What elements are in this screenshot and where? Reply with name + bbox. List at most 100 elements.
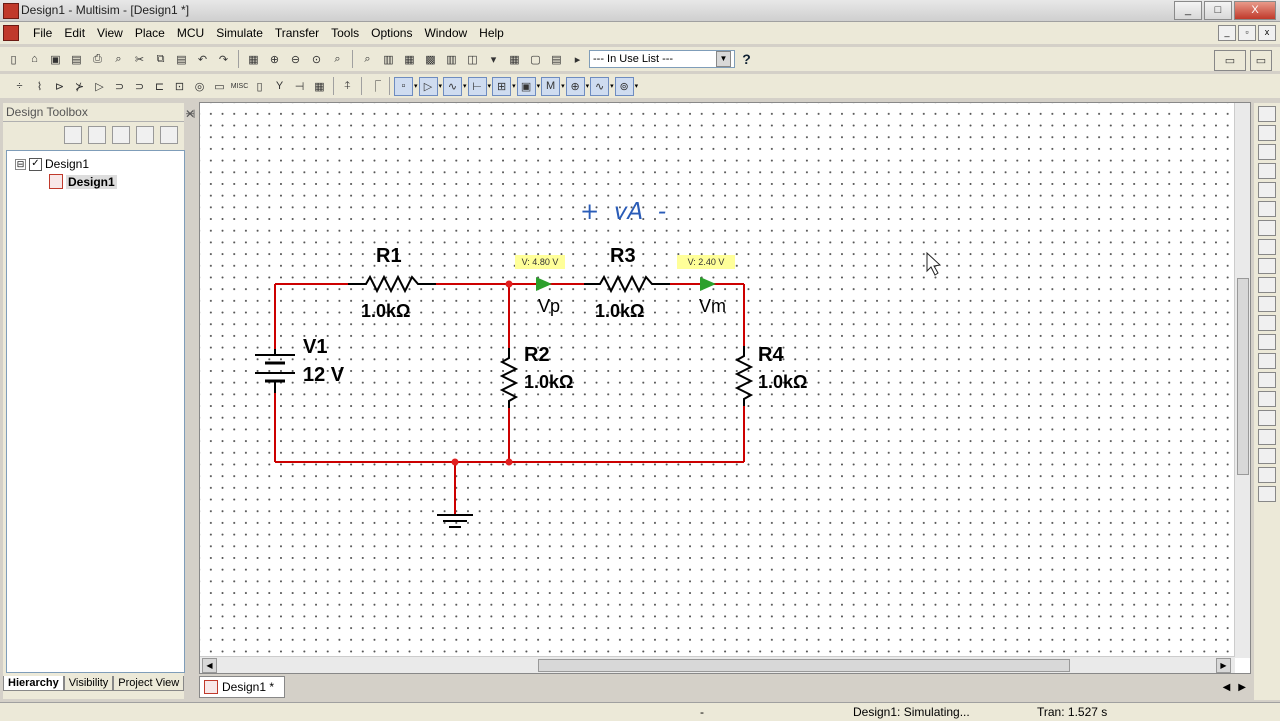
rf-component-icon[interactable]: Y xyxy=(270,77,289,96)
annotation-text[interactable]: + vA - xyxy=(580,199,666,225)
mixed-component-icon[interactable]: ⊡ xyxy=(170,77,189,96)
transistor-component-icon[interactable]: ⊁ xyxy=(70,77,89,96)
probe-name-vm[interactable]: Vm xyxy=(699,296,726,317)
r4-ref[interactable]: R4 xyxy=(758,344,784,367)
toolbox-toggle-icon[interactable]: ▥ xyxy=(379,50,398,69)
close-button[interactable]: X xyxy=(1234,1,1276,20)
horizontal-scrollbar[interactable]: ◀ ▶ xyxy=(200,656,1235,673)
tab-project-view[interactable]: Project View xyxy=(113,676,185,691)
menu-transfer[interactable]: Transfer xyxy=(269,26,325,40)
instrument-agilent-oscilloscope-icon[interactable] xyxy=(1258,410,1276,426)
save-design-icon[interactable] xyxy=(112,126,130,144)
v1-value[interactable]: 12 V xyxy=(303,364,344,387)
grapher-icon[interactable]: ◫ xyxy=(463,50,482,69)
analog-component-icon[interactable]: ▷ xyxy=(90,77,109,96)
toolbox-options-icon[interactable] xyxy=(160,126,178,144)
instrument-network-analyzer-icon[interactable] xyxy=(1258,353,1276,369)
menu-file[interactable]: File xyxy=(27,26,58,40)
instrument-tektronix-oscilloscope-icon[interactable] xyxy=(1258,429,1276,445)
r2-ref[interactable]: R2 xyxy=(524,344,550,367)
instrument-function-generator-icon[interactable] xyxy=(1258,125,1276,141)
instrument-wattmeter-icon[interactable] xyxy=(1258,144,1276,160)
multimeter-icon[interactable]: ▫ xyxy=(394,76,413,96)
open-folder-icon[interactable]: ⌂ xyxy=(25,50,44,69)
r1-value[interactable]: 1.0kΩ xyxy=(361,301,410,322)
cut-icon[interactable]: ✂ xyxy=(130,50,149,69)
current-probe-icon[interactable]: ∿ xyxy=(590,76,610,96)
close-design-icon[interactable] xyxy=(136,126,154,144)
schematic-canvas[interactable]: V: 4.80 V V: 2.40 V R1 1.0kΩ R2 1.0kΩ R3… xyxy=(200,103,1235,656)
scroll-left-icon[interactable]: ◀ xyxy=(202,658,217,673)
database-icon[interactable]: ▥ xyxy=(442,50,461,69)
breadboard-toggle-icon[interactable]: ▭ xyxy=(1214,50,1246,71)
tree-root[interactable]: ⊟ ✓ Design1 xyxy=(15,157,89,171)
zoom-sheet-icon[interactable]: ⌕ xyxy=(358,50,377,69)
menu-options[interactable]: Options xyxy=(365,26,418,40)
oscilloscope-icon[interactable]: ⊢ xyxy=(467,76,487,96)
v1-ref[interactable]: V1 xyxy=(303,336,327,359)
cmos-component-icon[interactable]: ⊃ xyxy=(130,77,149,96)
instrument-word-generator-icon[interactable] xyxy=(1258,239,1276,255)
maximize-button[interactable]: □ xyxy=(1204,1,1232,20)
menu-place[interactable]: Place xyxy=(129,26,171,40)
paste-icon[interactable]: ▤ xyxy=(172,50,191,69)
menu-mcu[interactable]: MCU xyxy=(171,26,210,40)
doc-restore-button[interactable]: ▫ xyxy=(1238,25,1256,41)
power-component-icon[interactable]: ▭ xyxy=(210,77,229,96)
electromechanical-icon[interactable]: ⊣ xyxy=(290,77,309,96)
instrument-multimeter-icon[interactable] xyxy=(1258,106,1276,122)
instrument-current-probe-icon[interactable] xyxy=(1258,467,1276,483)
back-annotate-icon[interactable]: ▸ xyxy=(568,50,587,69)
full-screen-icon[interactable]: ▦ xyxy=(244,50,263,69)
zoom-fit-icon[interactable]: ⌕ xyxy=(328,50,347,69)
new-design-icon[interactable] xyxy=(64,126,82,144)
probe-name-vp[interactable]: Vp xyxy=(538,296,560,317)
r3-value[interactable]: 1.0kΩ xyxy=(595,301,644,322)
logic-analyzer-icon[interactable]: ⊕ xyxy=(565,76,585,96)
grid-icon[interactable]: ▩ xyxy=(421,50,440,69)
instrument-labview-icon[interactable] xyxy=(1258,448,1276,464)
bode-plotter-icon[interactable]: ⊞ xyxy=(492,76,512,96)
instrument-spectrum-analyzer-icon[interactable] xyxy=(1258,334,1276,350)
misc-component-icon[interactable]: MISC xyxy=(230,77,249,96)
minimize-button[interactable]: _ xyxy=(1174,1,1202,20)
instrument-iv-analyzer-icon[interactable] xyxy=(1258,296,1276,312)
instrument-bode-plotter-icon[interactable] xyxy=(1258,201,1276,217)
scroll-right-icon[interactable]: ▶ xyxy=(1216,658,1231,673)
doc-close-button[interactable]: x xyxy=(1258,25,1276,41)
electrical-rules-icon[interactable]: ▢ xyxy=(526,50,545,69)
misc-digital-icon[interactable]: ⊏ xyxy=(150,77,169,96)
instrument-distortion-analyzer-icon[interactable] xyxy=(1258,315,1276,331)
instrument-frequency-counter-icon[interactable] xyxy=(1258,220,1276,236)
postprocessor-icon[interactable]: ▾ xyxy=(484,50,503,69)
menu-window[interactable]: Window xyxy=(418,26,473,40)
in-use-list-dropdown[interactable]: --- In Use List --- ▼ xyxy=(589,50,735,68)
hierarchical-block-icon[interactable]: ⍏ xyxy=(338,77,357,96)
spreadsheet-view-icon[interactable]: ▦ xyxy=(400,50,419,69)
menu-simulate[interactable]: Simulate xyxy=(210,26,269,40)
new-file-icon[interactable]: ▯ xyxy=(4,50,23,69)
tab-prev-icon[interactable]: ◀ xyxy=(1223,682,1231,693)
menu-tools[interactable]: Tools xyxy=(325,26,365,40)
redo-icon[interactable]: ↷ xyxy=(214,50,233,69)
open-design-icon[interactable] xyxy=(88,126,106,144)
save-icon[interactable]: ▣ xyxy=(46,50,65,69)
r2-value[interactable]: 1.0kΩ xyxy=(524,372,573,393)
ttl-component-icon[interactable]: ⊃ xyxy=(110,77,129,96)
vertical-scrollbar[interactable] xyxy=(1234,103,1250,658)
toolbox-close-icon[interactable]: ✕ xyxy=(185,107,195,121)
copy-icon[interactable]: ⧉ xyxy=(151,50,170,69)
tree-item-design[interactable]: Design1 xyxy=(49,174,117,189)
run-toggle-icon[interactable]: ▭ xyxy=(1250,50,1272,71)
basic-component-icon[interactable]: ⌇ xyxy=(30,77,49,96)
instrument-oscilloscope-icon[interactable] xyxy=(1258,163,1276,179)
scroll-thumb[interactable] xyxy=(1237,278,1249,475)
r3-ref[interactable]: R3 xyxy=(610,245,636,268)
scroll-thumb[interactable] xyxy=(538,659,1070,672)
undo-icon[interactable]: ↶ xyxy=(193,50,212,69)
instrument-agilent-multimeter-icon[interactable] xyxy=(1258,391,1276,407)
instrument-agilent-generator-icon[interactable] xyxy=(1258,372,1276,388)
menu-help[interactable]: Help xyxy=(473,26,510,40)
zoom-area-icon[interactable]: ⊙ xyxy=(307,50,326,69)
tab-hierarchy[interactable]: Hierarchy xyxy=(3,676,64,691)
